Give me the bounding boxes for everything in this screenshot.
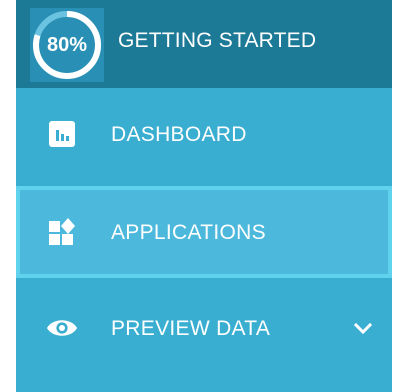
sidebar-item-dashboard[interactable]: DASHBOARD: [16, 88, 392, 180]
sidebar-item-label: DASHBOARD: [111, 123, 247, 146]
sidebar-item-applications[interactable]: APPLICATIONS: [16, 186, 392, 278]
chevron-down-icon[interactable]: [352, 318, 374, 340]
getting-started-header[interactable]: 80% GETTING STARTED: [16, 0, 392, 88]
sidebar-item-label: APPLICATIONS: [111, 221, 266, 244]
sidebar: 80% GETTING STARTED DASHBOARD APPLICATIO…: [16, 0, 392, 392]
header-title: GETTING STARTED: [118, 29, 317, 52]
sidebar-item-preview-data[interactable]: PREVIEW DATA: [16, 282, 392, 374]
eye-icon: [46, 312, 78, 344]
progress-percent: 80%: [46, 34, 88, 56]
sidebar-item-label: PREVIEW DATA: [111, 317, 271, 340]
bar-chart-icon: [46, 118, 78, 150]
progress-indicator: 80%: [30, 8, 104, 82]
widgets-icon: [46, 216, 78, 248]
